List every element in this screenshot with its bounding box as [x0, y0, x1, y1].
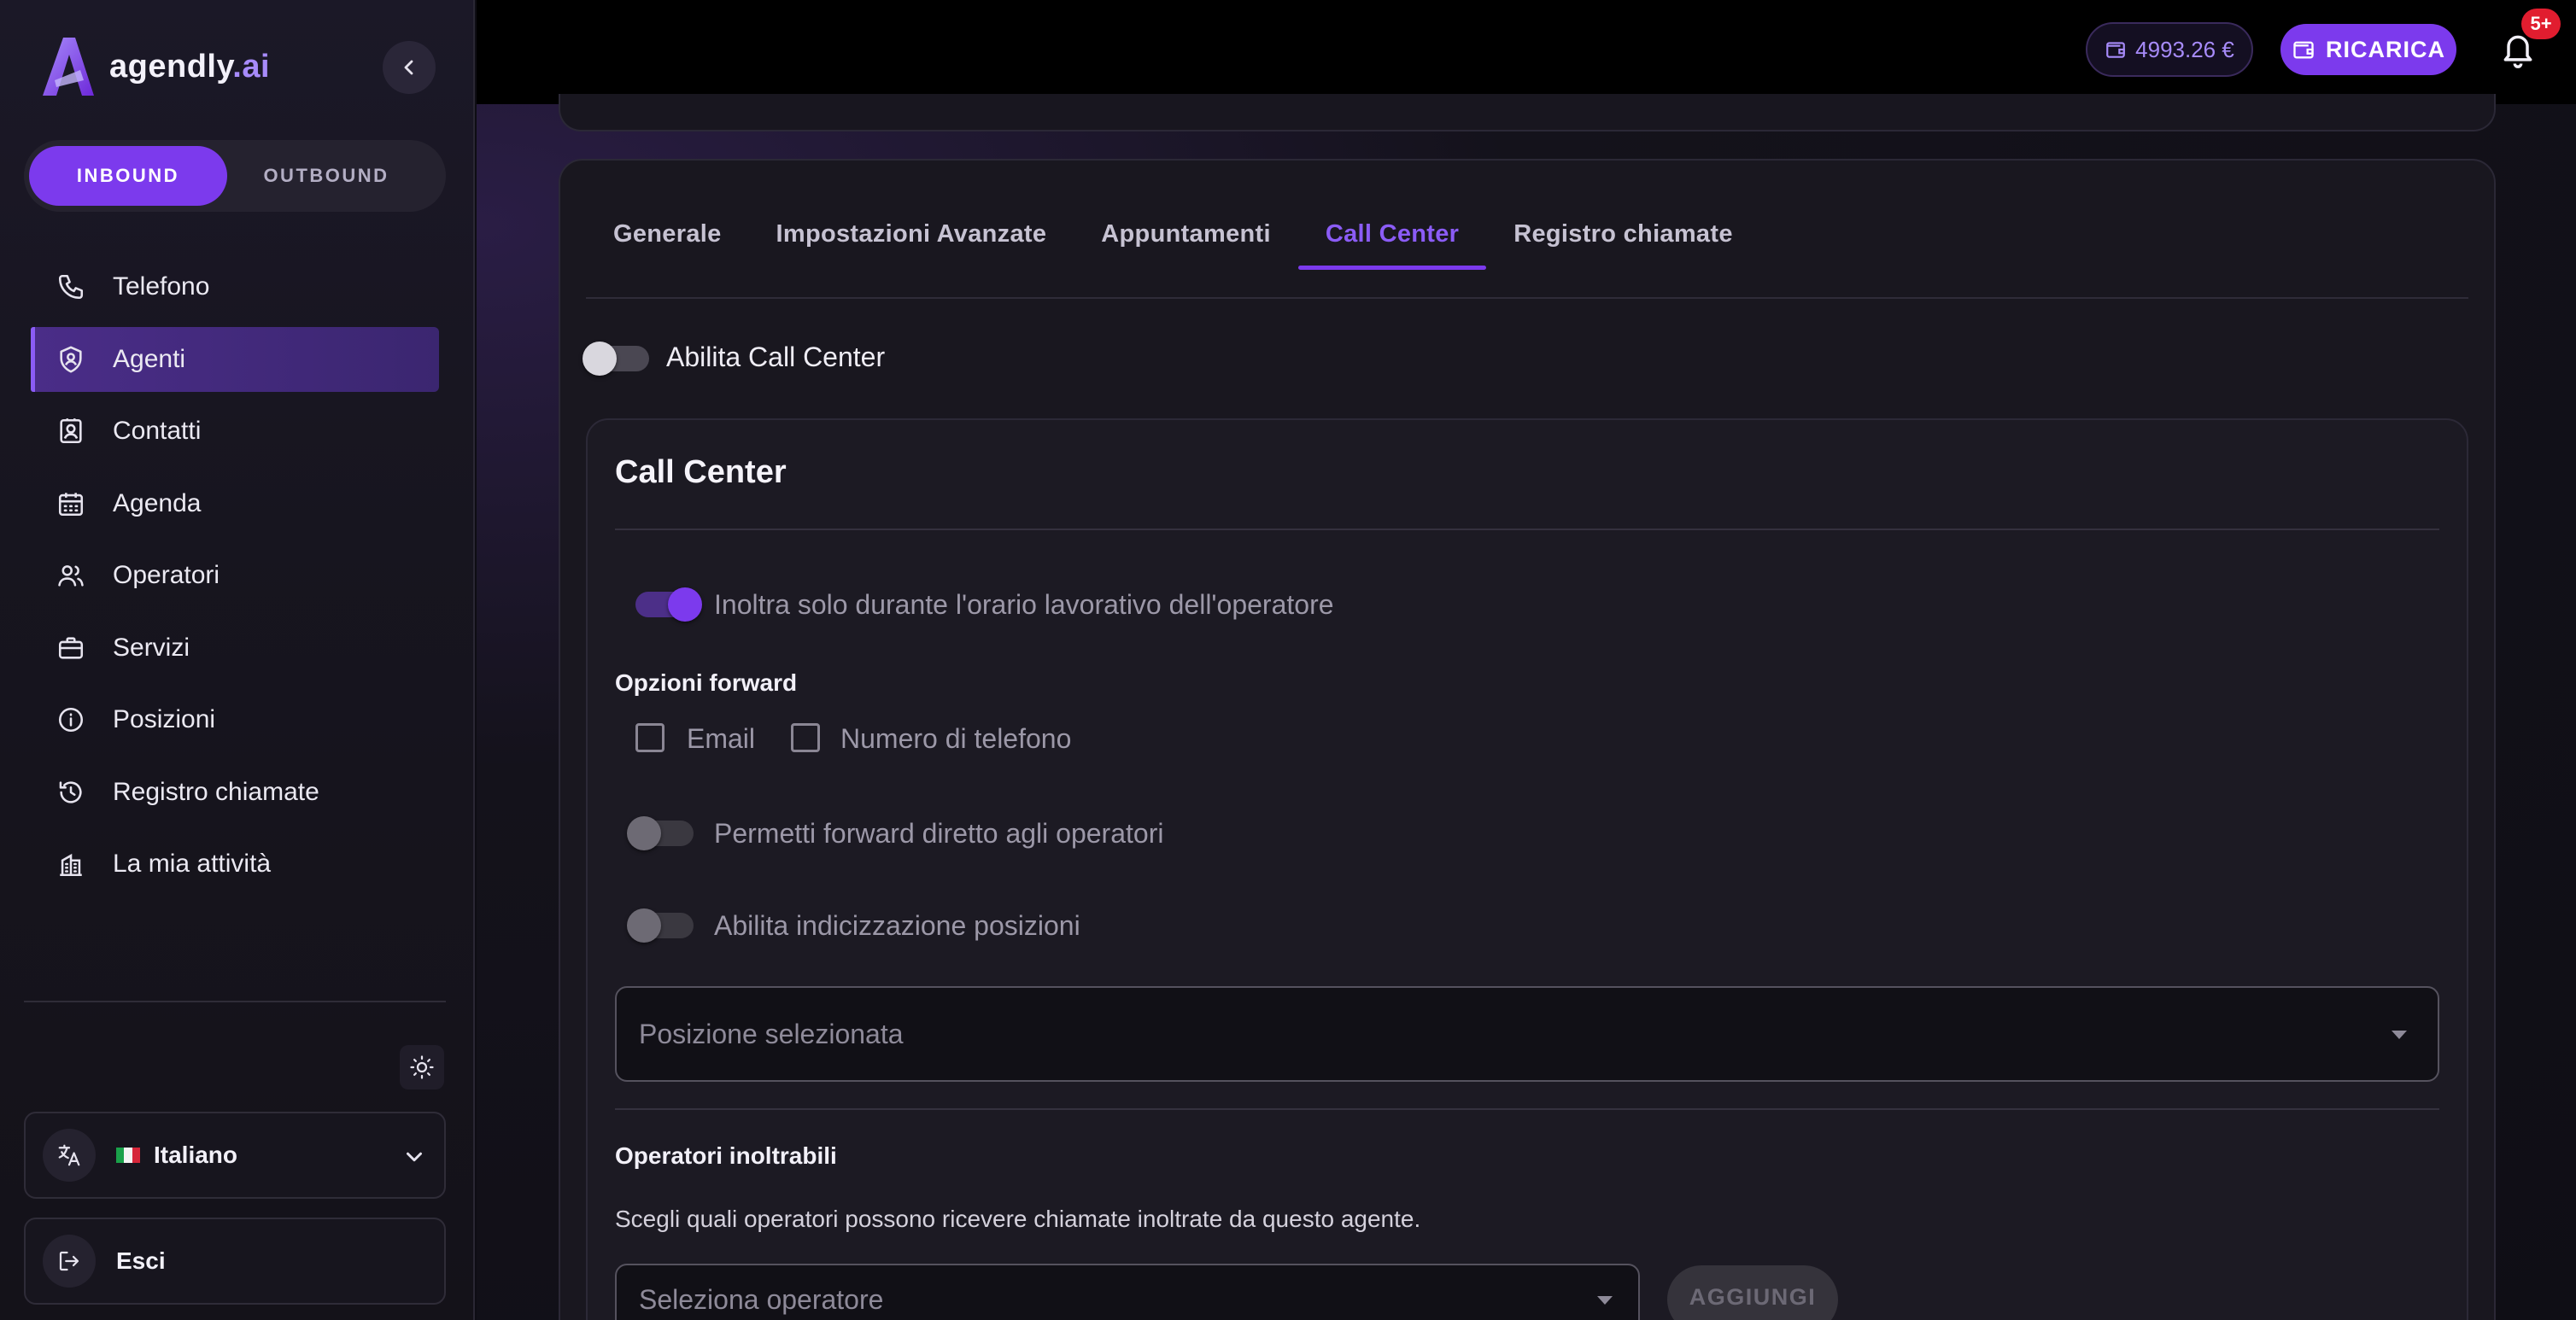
phone-icon	[58, 274, 84, 300]
sidebar-item-contatti[interactable]: Contatti	[31, 399, 439, 464]
call-center-title: Call Center	[615, 454, 787, 490]
phone-number-checkbox-label: Numero di telefono	[840, 723, 1072, 754]
sidebar-item-label: Telefono	[113, 272, 210, 301]
position-select[interactable]: Posizione selezionata	[615, 986, 2439, 1082]
wallet-balance[interactable]: 4993.26 €	[2086, 22, 2253, 77]
sidebar-item-label: Agenti	[113, 344, 186, 373]
info-icon	[58, 707, 84, 733]
sidebar: agendly.ai INBOUND OUTBOUND Telefono Age…	[0, 0, 475, 1320]
add-operator-button[interactable]: AGGIUNGI	[1667, 1265, 1838, 1320]
shield-user-icon	[60, 346, 82, 372]
tab-registro-chiamate[interactable]: Registro chiamate	[1486, 196, 1760, 272]
enable-call-center-toggle[interactable]	[583, 342, 649, 376]
italy-flag-icon	[116, 1148, 140, 1163]
sun-icon	[410, 1055, 434, 1079]
sidebar-item-agenti[interactable]: Agenti	[31, 326, 439, 392]
sidebar-item-la-mia-attivita[interactable]: La mia attività	[31, 832, 439, 897]
sidebar-nav: Telefono Agenti Contatti Agenda Operator…	[31, 254, 439, 904]
recharge-label: RICARICA	[2326, 36, 2445, 62]
sidebar-item-label: La mia attività	[113, 850, 272, 878]
sidebar-divider	[24, 1001, 446, 1002]
sidebar-item-label: Agenda	[113, 488, 202, 517]
building-icon	[60, 853, 82, 877]
operator-select[interactable]: Seleziona operatore	[615, 1264, 1640, 1320]
sidebar-item-label: Registro chiamate	[113, 777, 319, 806]
chevron-left-icon	[404, 60, 413, 75]
briefcase-icon	[58, 636, 84, 659]
wallet-icon	[2293, 41, 2314, 59]
sidebar-item-label: Posizioni	[113, 705, 216, 733]
tabs-divider	[586, 297, 2468, 299]
wallet-icon	[2106, 42, 2125, 58]
collapse-sidebar-button[interactable]	[383, 41, 436, 94]
inbound-outbound-toggle: INBOUND OUTBOUND	[24, 140, 446, 212]
email-checkbox-label: Email	[687, 723, 756, 754]
tab-call-center[interactable]: Call Center	[1297, 196, 1487, 272]
sidebar-item-label: Contatti	[113, 417, 202, 445]
direct-forward-toggle[interactable]	[627, 816, 694, 850]
forward-options-title: Opzioni forward	[615, 669, 798, 696]
call-center-card	[586, 418, 2468, 1320]
sidebar-item-registro-chiamate[interactable]: Registro chiamate	[31, 760, 439, 825]
direct-forward-label: Permetti forward diretto agli operatori	[714, 818, 1164, 849]
calendar-icon	[58, 492, 84, 516]
operator-select-placeholder: Seleziona operatore	[639, 1284, 884, 1315]
brand-logo[interactable]: agendly.ai	[38, 32, 270, 101]
agent-tabs: Generale Impostazioni Avanzate Appuntame…	[586, 196, 1760, 272]
balance-amount: 4993.26 €	[2135, 36, 2234, 62]
sidebar-item-label: Servizi	[113, 633, 190, 662]
logout-icon	[43, 1235, 96, 1288]
sidebar-item-servizi[interactable]: Servizi	[31, 616, 439, 680]
previous-section-card	[559, 94, 2496, 131]
position-select-placeholder: Posizione selezionata	[639, 1019, 904, 1049]
outbound-button[interactable]: OUTBOUND	[227, 146, 425, 206]
operators-title: Operatori inoltrabili	[615, 1142, 837, 1169]
logout-button[interactable]: Esci	[24, 1218, 446, 1305]
sidebar-item-agenda[interactable]: Agenda	[31, 471, 439, 536]
email-checkbox[interactable]	[635, 723, 664, 752]
position-indexing-toggle[interactable]	[627, 908, 694, 943]
dropdown-arrow-icon	[2392, 1031, 2407, 1039]
dropdown-arrow-icon	[1597, 1296, 1613, 1305]
translate-icon	[43, 1129, 96, 1182]
chevron-down-icon	[407, 1152, 422, 1162]
working-hours-toggle[interactable]	[635, 587, 702, 622]
section-divider	[615, 1108, 2439, 1110]
working-hours-label: Inoltra solo durante l'orario lavorativo…	[714, 589, 1334, 620]
language-label: Italiano	[116, 1142, 237, 1169]
users-icon	[58, 565, 84, 587]
sidebar-item-telefono[interactable]: Telefono	[31, 254, 439, 319]
sidebar-item-operatori[interactable]: Operatori	[31, 543, 439, 608]
sidebar-item-posizioni[interactable]: Posizioni	[31, 687, 439, 752]
tab-generale[interactable]: Generale	[586, 196, 749, 272]
notification-badge: 5+	[2521, 9, 2561, 39]
tab-impostazioni-avanzate[interactable]: Impostazioni Avanzate	[749, 196, 1074, 272]
sidebar-item-label: Operatori	[113, 561, 220, 589]
inbound-button[interactable]: INBOUND	[29, 146, 227, 206]
logout-label: Esci	[116, 1247, 166, 1274]
contact-card-icon	[60, 418, 82, 444]
language-selector[interactable]: Italiano	[24, 1112, 446, 1199]
phone-number-checkbox[interactable]	[791, 723, 820, 752]
tab-appuntamenti[interactable]: Appuntamenti	[1074, 196, 1298, 272]
history-icon	[59, 780, 82, 803]
operators-description: Scegli quali operatori possono ricevere …	[615, 1206, 1421, 1232]
position-indexing-label: Abilita indicizzazione posizioni	[714, 910, 1080, 941]
top-bar	[477, 0, 2576, 104]
brand-name: agendly.ai	[109, 48, 271, 85]
theme-toggle-button[interactable]	[400, 1045, 444, 1089]
agendly-logo-icon	[43, 38, 94, 96]
card-divider	[615, 529, 2439, 530]
enable-call-center-label: Abilita Call Center	[666, 342, 886, 372]
recharge-button[interactable]: RICARICA	[2280, 24, 2456, 75]
